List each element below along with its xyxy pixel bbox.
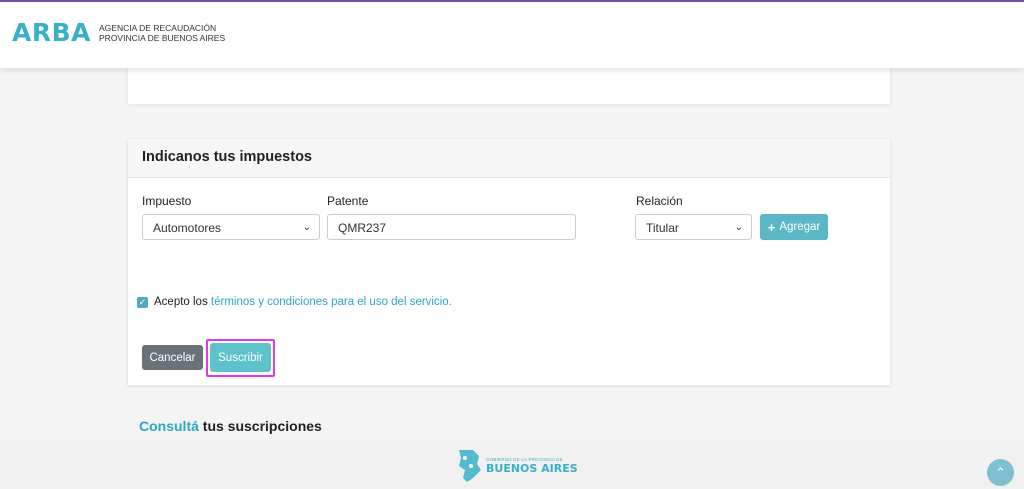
relacion-select[interactable]: Titular ⌄ (635, 214, 752, 240)
arba-logo[interactable]: ARBA AGENCIA DE RECAUDACIÓN PROVINCIA DE… (12, 18, 225, 47)
card-header: Indicanos tus impuestos (128, 139, 890, 178)
gba-big: BUENOS AIRES (486, 462, 578, 475)
relacion-label: Relación (636, 194, 683, 208)
gba-text: GOBIERNO DE LA PROVINCIA DE BUENOS AIRES (486, 457, 578, 475)
province-map-icon (459, 450, 481, 482)
check-icon: ✓ (138, 296, 147, 307)
impuesto-select[interactable]: Automotores ⌄ (142, 214, 320, 240)
terms-link[interactable]: términos y condiciones para el uso del s… (211, 296, 452, 308)
logo-mark: ARBA (12, 18, 92, 47)
logo-line2: PROVINCIA DE BUENOS AIRES (99, 32, 226, 43)
terms-row: ✓ Acepto los términos y condiciones para… (137, 296, 452, 308)
subscribe-button[interactable]: Suscribir (210, 343, 271, 372)
plus-icon: + (767, 219, 776, 235)
gba-logo[interactable]: GOBIERNO DE LA PROVINCIA DE BUENOS AIRES (455, 448, 578, 484)
consulta-rest: tus suscripciones (198, 418, 322, 434)
subscribe-button-label: Suscribir (218, 351, 263, 364)
chevron-up-icon: ⌃ (995, 464, 1006, 480)
patente-input[interactable]: QMR237 (327, 214, 576, 240)
cancel-button[interactable]: Cancelar (142, 345, 203, 370)
add-button[interactable]: + Agregar (760, 214, 828, 240)
add-button-label: Agregar (779, 221, 821, 233)
patente-label: Patente (327, 194, 369, 208)
impuesto-label: Impuesto (142, 194, 192, 208)
logo-subtitle: AGENCIA DE RECAUDACIÓN PROVINCIA DE BUEN… (99, 23, 225, 43)
terms-checkbox[interactable]: ✓ (137, 296, 148, 308)
relacion-value: Titular (646, 221, 679, 235)
patente-value: QMR237 (338, 221, 387, 235)
scroll-top-button[interactable]: ⌃ (987, 459, 1014, 486)
chevron-down-icon: ⌄ (734, 222, 743, 233)
consulta-heading: Consultá tus suscripciones (139, 418, 322, 434)
taxes-card: Indicanos tus impuestos Impuesto Automot… (128, 139, 890, 385)
footer: GOBIERNO DE LA PROVINCIA DE BUENOS AIRES (0, 440, 1024, 489)
impuesto-value: Automotores (153, 221, 222, 235)
consulta-link[interactable]: Consultá (139, 418, 199, 434)
logo-line1: AGENCIA DE RECAUDACIÓN (99, 22, 217, 33)
cancel-button-label: Cancelar (149, 351, 196, 364)
chevron-down-icon: ⌄ (302, 222, 311, 233)
top-header: ARBA AGENCIA DE RECAUDACIÓN PROVINCIA DE… (0, 0, 1024, 68)
terms-prefix: Acepto los (154, 296, 211, 308)
card-title: Indicanos tus impuestos (142, 149, 312, 165)
